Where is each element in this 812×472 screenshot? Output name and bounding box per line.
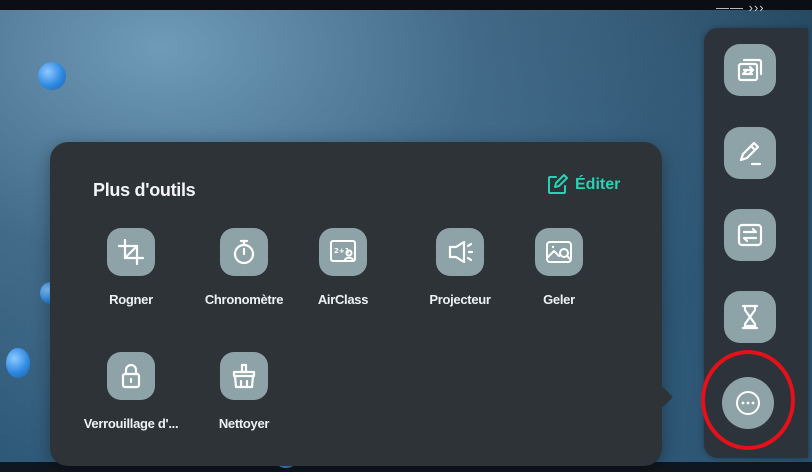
panel-title: Plus d'outils <box>93 180 196 200</box>
tool-freeze[interactable]: Geler <box>499 228 619 307</box>
tool-lock[interactable]: Verrouillage d'... <box>71 352 191 431</box>
tool-crop[interactable]: Rogner <box>71 228 191 307</box>
lock-icon <box>121 363 141 389</box>
tool-clean[interactable]: Nettoyer <box>184 352 304 431</box>
hourglass-icon <box>741 304 759 330</box>
timer-button[interactable] <box>724 291 776 343</box>
floating-dot[interactable] <box>38 62 66 90</box>
stopwatch-icon <box>233 239 255 265</box>
freeze-icon <box>546 241 572 263</box>
tool-label: AirClass <box>317 292 369 307</box>
tool-icon-box <box>535 228 583 276</box>
switch-window-button[interactable] <box>724 44 776 96</box>
edit-button[interactable]: Éditer <box>546 174 620 196</box>
tool-label: Geler <box>543 292 575 307</box>
tool-icon-box <box>220 352 268 400</box>
tool-icon-box <box>107 228 155 276</box>
airclass-icon: 2+1 <box>330 240 356 262</box>
screen-top-edge <box>0 0 812 10</box>
crop-icon <box>117 238 145 266</box>
edit-label: Éditer <box>575 176 621 193</box>
tool-label: Verrouillage d'... <box>83 416 179 431</box>
tool-icon-box <box>107 352 155 400</box>
broom-icon <box>232 363 256 389</box>
highlight-circle <box>701 350 795 450</box>
floating-dot[interactable] <box>6 348 30 378</box>
spotlight-icon <box>448 240 474 264</box>
tool-label: Nettoyer <box>218 416 270 431</box>
tool-icon-box <box>436 228 484 276</box>
tool-label: Rogner <box>109 292 153 307</box>
toolbar-collapse-hint[interactable]: —— ››› <box>716 0 776 22</box>
switch-window-icon <box>737 58 763 82</box>
pen-button[interactable] <box>724 127 776 179</box>
tool-icon-box <box>220 228 268 276</box>
pen-icon <box>739 141 762 166</box>
screen-share-button[interactable] <box>724 209 776 261</box>
screen-share-icon <box>737 223 763 247</box>
tool-airclass[interactable]: 2+1 AirClass <box>283 228 403 307</box>
edit-icon <box>548 174 568 194</box>
tool-icon-box: 2+1 <box>319 228 367 276</box>
